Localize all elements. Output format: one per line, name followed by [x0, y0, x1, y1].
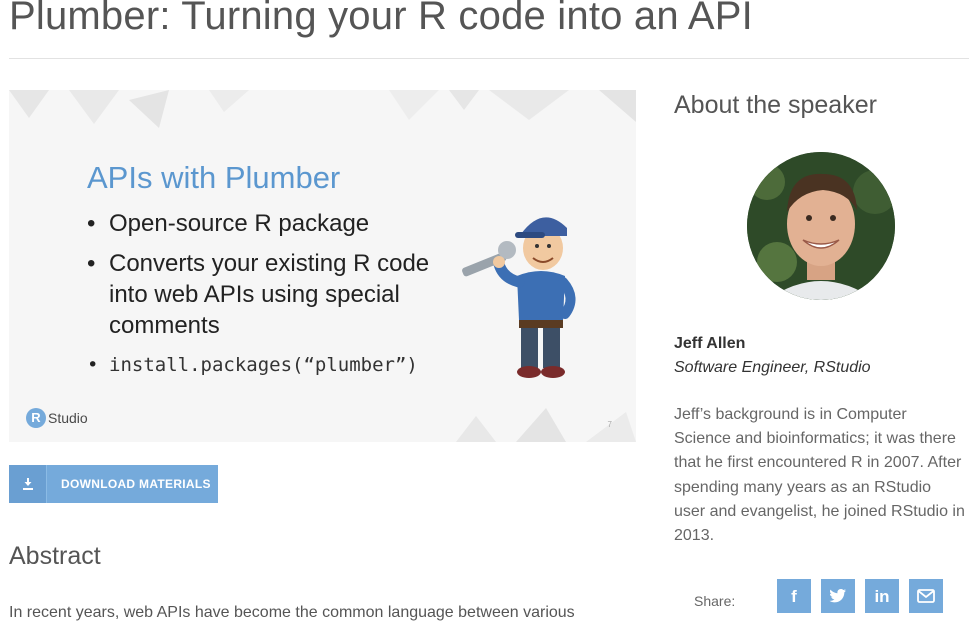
- download-materials-label: DOWNLOAD MATERIALS: [61, 477, 211, 491]
- slide-page-number: 7: [607, 420, 612, 429]
- slide-bullet: Open-source R package: [87, 208, 447, 239]
- rstudio-logo: R Studio: [26, 408, 88, 428]
- speaker-name: Jeff Allen: [674, 335, 746, 352]
- slide-decoration-bottom: [456, 408, 636, 442]
- speaker-role: Software Engineer, RStudio: [674, 359, 871, 376]
- title-divider: [9, 58, 969, 59]
- speaker-bio: Jeff’s background is in Computer Science…: [674, 406, 965, 545]
- slide-decoration-top: [9, 90, 636, 128]
- slide-heading: APIs with Plumber: [87, 160, 341, 195]
- share-facebook-button[interactable]: f: [777, 579, 811, 613]
- about-speaker-heading: About the speaker: [674, 91, 877, 119]
- slide-bullet: Converts your existing R code into web A…: [87, 248, 447, 341]
- plumber-mascot-illustration: [462, 217, 576, 378]
- email-icon: [917, 589, 935, 603]
- rstudio-logo-mark: R: [26, 408, 46, 428]
- slide-preview[interactable]: APIs with Plumber Open-source R package …: [9, 90, 636, 442]
- facebook-icon: f: [791, 586, 797, 606]
- twitter-icon: [829, 589, 846, 603]
- share-linkedin-button[interactable]: in: [865, 579, 899, 613]
- share-email-button[interactable]: [909, 579, 943, 613]
- abstract-heading: Abstract: [9, 542, 101, 570]
- linkedin-icon: in: [874, 586, 890, 606]
- slide-bullet-list: Open-source R package Converts your exis…: [87, 208, 447, 390]
- share-twitter-button[interactable]: [821, 579, 855, 613]
- rstudio-logo-text: Studio: [48, 410, 88, 426]
- download-icon: [9, 465, 47, 503]
- abstract-text: In recent years, web APIs have become th…: [9, 604, 575, 621]
- page-title: Plumber: Turning your R code into an API: [9, 0, 753, 38]
- share-label: Share:: [694, 593, 736, 609]
- speaker-avatar: [747, 152, 895, 300]
- slide-bullet-code: install.packages(“plumber”): [87, 350, 447, 381]
- download-materials-button[interactable]: DOWNLOAD MATERIALS: [9, 465, 218, 503]
